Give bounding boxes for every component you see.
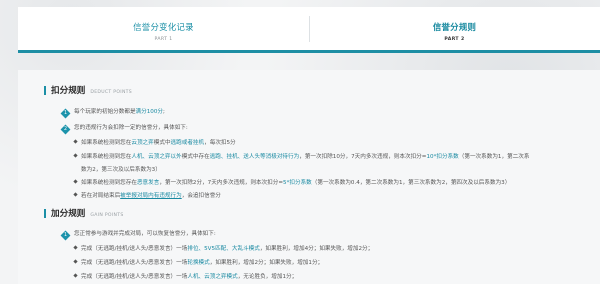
bullet-icon: [73, 139, 78, 144]
section-subtitle: DEDUCT POINTS: [90, 90, 133, 95]
bullet-icon: [73, 153, 78, 158]
deduct-bullet-4: 若在对局结束后被举报对局内有违规行为，会追扣信誉分: [73, 191, 221, 199]
number-badge: 2: [60, 124, 71, 135]
section-bar: [44, 85, 46, 95]
gain-bullet-2: 完成（无逃跑/挂机/送人头/恶意发言）一场轮换模式，如果胜利，增加2分；如果失败…: [73, 258, 323, 266]
section-bar: [44, 208, 46, 218]
deduct-bullet-1: 如果系统检测到您在云顶之弈模式中逃跑或者挂机，每次扣5分: [73, 138, 236, 146]
deduct-item-2: 2 您的违规行为会扣除一定的信誉分，具体如下:: [60, 123, 188, 135]
deduct-section-header: 扣分规则 DEDUCT POINTS: [44, 84, 132, 96]
section-subtitle: GAIN POINTS: [90, 213, 124, 218]
deduct-bullet-3: 如果系统检测到您存在恶意发言，第一次扣除2分，7天内多次违规，则本次扣分=5*扣…: [73, 178, 510, 186]
tab-credit-history[interactable]: 信誉分变化记录 PART 1: [18, 7, 309, 53]
tab-subtitle: PART 2: [444, 37, 465, 42]
tab-bar: 信誉分变化记录 PART 1 信誉分规则 PART 2: [18, 7, 600, 53]
gain-bullet-3: 完成（无逃跑/挂机/送人头/恶意发言）一场人机、云顶之弈模式，无论胜负，增加1分…: [73, 272, 297, 280]
gain-item-1: 1 您正常参与游戏并完成对局，可以恢复信誉分，具体如下:: [60, 229, 216, 241]
section-title: 加分规则: [51, 209, 86, 219]
bullet-icon: [73, 179, 78, 184]
number-badge: 1: [60, 108, 71, 119]
gain-section-header: 加分规则 GAIN POINTS: [44, 207, 124, 219]
rules-content: 扣分规则 DEDUCT POINTS 1 每个玩家的初始分数都是满分100分; 2…: [18, 70, 600, 284]
tab-title: 信誉分变化记录: [133, 22, 194, 32]
section-title: 扣分规则: [51, 86, 86, 96]
bullet-icon: [73, 192, 78, 197]
bullet-icon: [73, 273, 78, 278]
gain-bullet-1: 完成（无逃跑/挂机/送人头/恶意发言）一场排位、5V5匹配、大乱斗模式，如果胜利…: [73, 244, 373, 252]
tab-subtitle: PART 1: [154, 37, 173, 42]
bullet-icon: [73, 259, 78, 264]
deduct-bullet-2-wrap: 数为2，第三次及以后系数为3）: [81, 167, 161, 173]
deduct-bullet-2: 如果系统检测到您在人机、云顶之弈以外模式中存在逃跑、挂机、送人头等消极对待行为，…: [73, 152, 529, 160]
tab-title: 信誉分规则: [432, 22, 477, 32]
tab-underline: [18, 50, 600, 53]
reported-violation-link: 被举报对局内有违规行为: [120, 193, 182, 199]
number-badge: 1: [60, 230, 71, 241]
bullet-icon: [73, 245, 78, 250]
deduct-item-1: 1 每个玩家的初始分数都是满分100分;: [60, 107, 165, 119]
tab-credit-rules[interactable]: 信誉分规则 PART 2: [309, 7, 600, 53]
